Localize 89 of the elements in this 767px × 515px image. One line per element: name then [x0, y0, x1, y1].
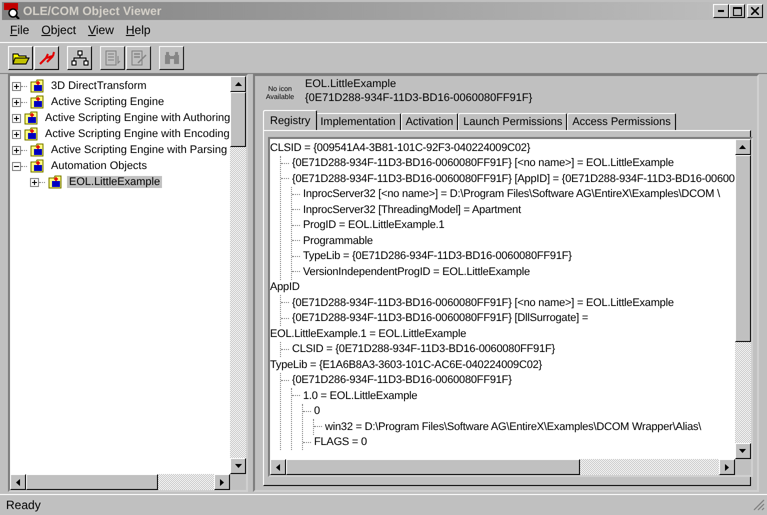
scrollbar-thumb[interactable]	[734, 155, 751, 342]
expand-icon[interactable]	[12, 82, 21, 90]
up-arrow-icon	[739, 145, 746, 149]
object-name: EOL.LittleExample	[305, 78, 398, 90]
expand-icon[interactable]	[12, 130, 21, 138]
scroll-right-button[interactable]	[718, 459, 735, 475]
registry-entry[interactable]: TypeLib = {E1A6B8A3-3603-101C-AC6E-040224009C02}	[270, 358, 542, 371]
left-arrow-icon	[276, 464, 280, 470]
registry-entry[interactable]: VersionIndependentProgID = EOL.LittleExample	[303, 266, 530, 278]
tab[interactable]: Activation	[400, 113, 458, 130]
scroll-up-button[interactable]	[230, 76, 246, 92]
hierarchy-icon	[70, 50, 88, 66]
scroll-left-button[interactable]	[10, 474, 26, 490]
registry-entry[interactable]: {0E71D288-934F-11D3-BD16-0060080FF91F} [DllSurrogate] =	[292, 312, 588, 324]
magnifier-icon	[4, 3, 20, 19]
tree-item[interactable]: EOL.LittleExample	[67, 176, 162, 188]
tree-item[interactable]: Active Scripting Engine with Parsing	[49, 144, 230, 156]
connector-icon	[38, 50, 56, 66]
expand-icon[interactable]	[12, 146, 21, 154]
registry-entry[interactable]: Programmable	[303, 234, 373, 247]
document-icon	[104, 50, 122, 66]
registry-entry[interactable]: {0E71D288-934F-11D3-BD16-0060080FF91F} [<no name>] = EOL.LittleExample	[292, 296, 674, 309]
right-arrow-icon	[724, 464, 729, 470]
binoculars-icon	[162, 50, 180, 66]
tree-item[interactable]: Active Scripting Engine with Authoring	[43, 112, 230, 124]
tab[interactable]: Registry	[263, 110, 318, 130]
down-arrow-icon	[739, 449, 746, 453]
maximize-button[interactable]	[729, 4, 745, 18]
menu-item[interactable]: File	[4, 23, 36, 37]
registry-entry[interactable]: InprocServer32 [<no name>] = D:\Program Files\Software AG\EntireX\Examples\DCOM \	[303, 188, 720, 200]
maximize-icon	[732, 6, 742, 16]
toolbar-button[interactable]	[8, 46, 33, 70]
registry-entry[interactable]: 1.0 = EOL.LittleExample	[303, 390, 418, 402]
tab[interactable]: Launch Permissions	[458, 113, 568, 130]
scrollbar-thumb[interactable]	[26, 474, 158, 490]
menu-item[interactable]: Object	[35, 23, 82, 37]
menu-item[interactable]: Help	[120, 23, 157, 37]
left-arrow-icon	[16, 478, 20, 486]
document-edit-icon	[130, 50, 148, 66]
up-arrow-icon	[234, 82, 242, 86]
scrollbar-thumb[interactable]	[230, 92, 246, 147]
expand-icon[interactable]	[30, 178, 39, 186]
scrollbar-corner	[230, 474, 246, 490]
scroll-right-button[interactable]	[214, 474, 230, 490]
registry-entry[interactable]: CLSID = {009541A4-3B81-101C-92F3-040224009C02}	[270, 142, 530, 154]
registry-entry[interactable]: {0E71D286-934F-11D3-BD16-0060080FF91F}	[292, 374, 512, 386]
tree-item[interactable]: Active Scripting Engine with Encoding	[43, 128, 230, 140]
horizontal-scrollbar[interactable]	[270, 459, 735, 475]
minimize-button[interactable]	[713, 4, 729, 18]
status-text: Ready	[6, 498, 41, 512]
size-grip-icon[interactable]	[753, 499, 765, 511]
scroll-down-button[interactable]	[734, 443, 751, 459]
scroll-left-button[interactable]	[270, 459, 286, 475]
expand-icon[interactable]	[12, 98, 21, 106]
expand-icon[interactable]	[12, 114, 21, 122]
registry-entry[interactable]: {0E71D288-934F-11D3-BD16-0060080FF91F} [<no name>] = EOL.LittleExample	[292, 157, 674, 170]
close-button[interactable]	[747, 4, 763, 18]
toolbar-button[interactable]	[67, 46, 92, 70]
right-arrow-icon	[220, 478, 224, 486]
registry-entry[interactable]: TypeLib = {0E71D286-934F-11D3-BD16-0060080FF91F}	[303, 250, 572, 262]
menu-item[interactable]: View	[82, 23, 120, 37]
tree-item[interactable]: Automation Objects	[49, 160, 149, 172]
vertical-scrollbar[interactable]	[230, 76, 246, 474]
close-icon	[751, 7, 759, 15]
vertical-scrollbar[interactable]	[734, 139, 751, 459]
registry-entry[interactable]: ProgID = EOL.LittleExample.1	[303, 219, 444, 232]
object-guid: {0E71D288-934F-11D3-BD16-0060080FF91F}	[305, 92, 532, 104]
tree-item[interactable]: Active Scripting Engine	[49, 96, 166, 108]
tab[interactable]: Access Permissions	[567, 113, 676, 130]
toolbar-button[interactable]	[34, 46, 59, 70]
registry-entry[interactable]: AppID	[270, 281, 300, 294]
collapse-icon[interactable]	[12, 162, 21, 170]
registry-entry[interactable]: CLSID = {0E71D288-934F-11D3-BD16-0060080FF91F}	[292, 343, 556, 356]
horizontal-scrollbar[interactable]	[10, 474, 230, 490]
scrollbar-corner	[734, 459, 751, 475]
down-arrow-icon	[234, 464, 242, 468]
registry-entry[interactable]: FLAGS = 0	[314, 436, 367, 448]
tab[interactable]: Implementation	[315, 113, 401, 130]
registry-entry[interactable]: 0	[314, 405, 320, 418]
registry-entry[interactable]: EOL.LittleExample.1 = EOL.LittleExample	[270, 328, 466, 340]
window-title: OLE/COM Object Viewer	[23, 4, 162, 18]
registry-entry[interactable]: {0E71D288-934F-11D3-BD16-0060080FF91F} [AppID] = {0E71D288-934F-11D3-BD16-00600	[292, 172, 735, 185]
scroll-up-button[interactable]	[734, 139, 751, 155]
minimize-icon	[718, 10, 724, 12]
tree-item[interactable]: 3D DirectTransform	[49, 80, 149, 92]
registry-entry[interactable]: win32 = D:\Program Files\Software AG\EntireX\Examples\DCOM Wrapper\Alias\	[325, 420, 702, 433]
scrollbar-thumb[interactable]	[286, 459, 580, 475]
scroll-down-button[interactable]	[230, 458, 246, 474]
registry-entry[interactable]: InprocServer32 [ThreadingModel] = Apartment	[303, 204, 521, 216]
